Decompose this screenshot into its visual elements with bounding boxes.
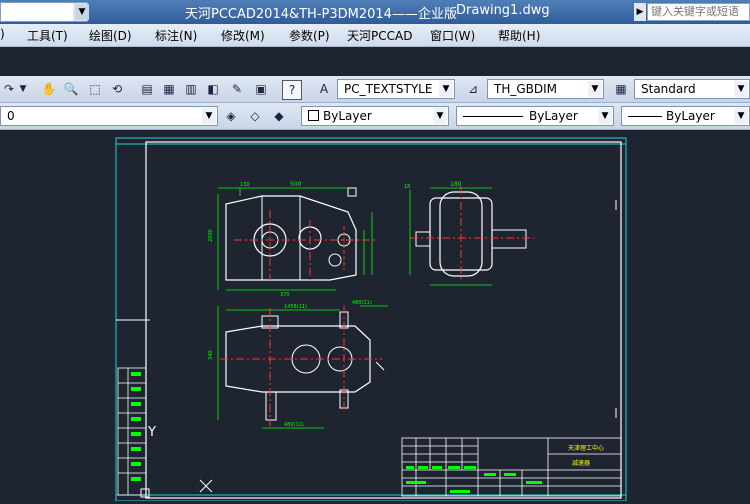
menu-item-draw[interactable]: 绘图(D) [89, 27, 132, 44]
drawing-frame [145, 141, 622, 499]
sheet-set-icon[interactable]: ◧ [204, 80, 222, 98]
zoom-window-icon[interactable]: ⬚ [86, 80, 104, 98]
table-style-value: Standard [641, 82, 696, 96]
help-icon[interactable]: ? [282, 80, 302, 100]
lineweight-select[interactable]: ByLayer ▼ [621, 106, 750, 126]
side-view: 180 18 [404, 181, 534, 286]
menu-item-pccad[interactable]: 天河PCCAD [347, 27, 412, 44]
text-style-value: PC_TEXTSTYLE [344, 82, 433, 96]
svg-text:1458(11): 1458(11) [284, 304, 307, 310]
tool-palettes-icon[interactable]: ▥ [182, 80, 200, 98]
text-style-select[interactable]: PC_TEXTSTYLE ▼ [337, 79, 455, 99]
properties-icon[interactable]: ▤ [138, 80, 156, 98]
chevron-down-icon[interactable]: ▼ [734, 81, 748, 97]
dim-style-icon[interactable]: ⊿ [464, 80, 482, 98]
title-block-drawing-name: 减速器 [572, 459, 590, 467]
chevron-down-icon[interactable]: ▼ [734, 108, 748, 124]
standard-toolbar: ↷ ▼ ✋ 🔍 ⬚ ⟲ ▤ ▦ ▥ ◧ ✎ ▣ ? A PC_TEXTSTYLE… [0, 76, 750, 103]
dim-style-value: TH_GBDIM [494, 82, 558, 96]
svg-text:130: 130 [240, 182, 250, 188]
layer-previous-icon[interactable]: ◇ [246, 107, 264, 125]
window-title: 天河PCCAD2014&TH-P3DM2014——企业版 [185, 7, 457, 22]
chevron-down-icon[interactable]: ▼ [588, 81, 602, 97]
menu-item-tools[interactable]: 工具(T) [27, 27, 68, 44]
search-input[interactable]: 键入关键字或短语 [647, 3, 750, 21]
document-name: Drawing1.dwg [456, 3, 550, 18]
linetype-preview [463, 116, 523, 117]
layer-states-icon[interactable]: ◆ [270, 107, 288, 125]
lineweight-preview [628, 116, 662, 117]
title-block-company: 天津理工中心 [568, 444, 604, 452]
menu-item-dimension[interactable]: 标注(N) [155, 27, 197, 44]
redo-dropdown-icon[interactable]: ▼ [18, 80, 28, 98]
layer-value: 0 [7, 109, 15, 123]
lineweight-value: ByLayer [666, 109, 715, 123]
redo-icon[interactable]: ↷ [0, 80, 18, 98]
ucs-origin-icon [140, 488, 150, 498]
chevron-down-icon[interactable]: ▼ [433, 108, 447, 124]
markup-icon[interactable]: ✎ [228, 80, 246, 98]
text-style-icon[interactable]: A [315, 80, 333, 98]
search-expand-icon[interactable]: ▶ [634, 3, 646, 21]
color-swatch [308, 110, 319, 121]
pan-icon[interactable]: ✋ [40, 80, 58, 98]
title-bar: ▼ ▼ 天河PCCAD2014&TH-P3DM2014——企业版 Drawing… [0, 0, 750, 24]
layer-select[interactable]: 0 ▼ [0, 106, 218, 126]
calculator-icon[interactable]: ▣ [252, 80, 270, 98]
top-dimension-label: 500 [290, 181, 302, 188]
menu-item-modify[interactable]: 修改(M) [221, 27, 265, 44]
chevron-down-icon[interactable]: ▼ [598, 108, 612, 124]
top-view: 1458(11) 480(11) 480(11) 340 [208, 300, 388, 429]
left-table-text [131, 372, 141, 481]
side-dimension-label: 180 [450, 181, 462, 188]
svg-text:480(11): 480(11) [284, 422, 304, 428]
menu-item-partial[interactable]: ) [0, 27, 5, 41]
color-select[interactable]: ByLayer ▼ [301, 106, 449, 126]
linetype-select[interactable]: ByLayer ▼ [456, 106, 614, 126]
make-current-layer-icon[interactable]: ◈ [222, 107, 240, 125]
menu-item-window[interactable]: 窗口(W) [430, 27, 475, 44]
svg-text:340: 340 [208, 350, 214, 360]
svg-text:18: 18 [404, 184, 410, 190]
layers-toolbar: 0 ▼ ◈ ◇ ◆ ByLayer ▼ ByLayer ▼ ByLayer ▼ [0, 103, 750, 130]
sheet-border [115, 137, 627, 502]
svg-text:2000: 2000 [208, 229, 214, 242]
color-value: ByLayer [323, 109, 372, 123]
zoom-previous-icon[interactable]: ⟲ [108, 80, 126, 98]
front-view: 500 130 2000 370 [208, 181, 376, 298]
menu-item-parametric[interactable]: 参数(P) [289, 27, 330, 44]
svg-text:370: 370 [280, 292, 290, 298]
svg-text:480(11): 480(11) [352, 300, 372, 306]
design-center-icon[interactable]: ▦ [160, 80, 178, 98]
table-style-icon[interactable]: ▦ [612, 80, 630, 98]
menu-bar: ) 工具(T) 绘图(D) 标注(N) 修改(M) 参数(P) 天河PCCAD … [0, 24, 750, 47]
zoom-realtime-icon[interactable]: 🔍 [62, 80, 80, 98]
dim-style-select[interactable]: TH_GBDIM ▼ [487, 79, 604, 99]
chevron-down-icon[interactable]: ▼ [202, 108, 216, 124]
linetype-value: ByLayer [529, 109, 578, 123]
ucs-y-label: Y [147, 425, 156, 440]
quick-access-dropdown-icon[interactable]: ▼ [75, 4, 89, 20]
table-style-select[interactable]: Standard ▼ [634, 79, 750, 99]
menu-item-help[interactable]: 帮助(H) [498, 27, 540, 44]
drawing-canvas[interactable]: 500 130 2000 370 180 18 1458(11) 480(11)… [0, 130, 750, 502]
chevron-down-icon[interactable]: ▼ [439, 81, 453, 97]
cad-drawing[interactable]: 500 130 2000 370 180 18 1458(11) 480(11)… [0, 130, 750, 502]
